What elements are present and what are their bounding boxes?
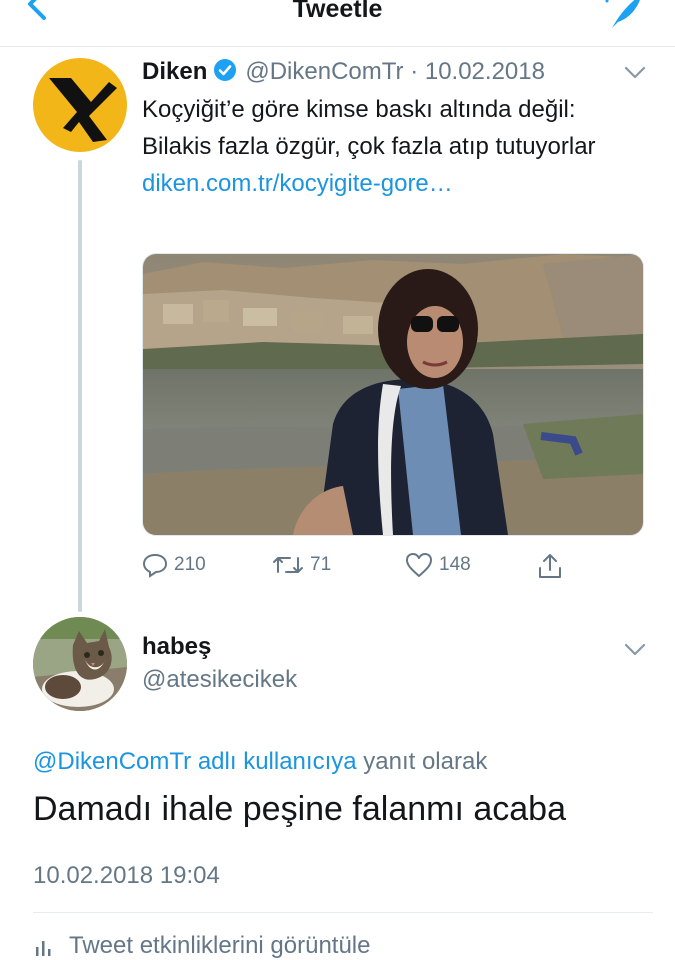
- reply-author-avatar[interactable]: [33, 617, 127, 711]
- tweet-text: Koçyiğit’e göre kimse baskı altında deği…: [142, 96, 596, 160]
- retweet-icon: [273, 557, 303, 573]
- reply-author-name[interactable]: habeş: [142, 633, 211, 661]
- reply-author-handle[interactable]: @atesikecikek: [142, 666, 297, 694]
- reply-menu-chevron-icon[interactable]: [624, 643, 646, 657]
- reply-count: 210: [174, 554, 206, 575]
- tweet-menu-chevron-icon[interactable]: [624, 66, 646, 80]
- photo-woman-by-river: [143, 254, 643, 535]
- like-count: 148: [439, 554, 471, 575]
- diken-avatar[interactable]: [33, 58, 127, 152]
- replying-to-handle[interactable]: @DikenComTr adlı kullanıcıya: [33, 748, 357, 775]
- top-navigation-bar: Tweetle: [0, 0, 675, 47]
- thread-connector-line: [78, 160, 82, 612]
- tweet-activity-link[interactable]: Tweet etkinliklerini görüntüle: [33, 932, 371, 960]
- tweet-date: · 10.02.2018: [410, 58, 545, 85]
- verified-badge-icon: [214, 59, 237, 81]
- author-handle[interactable]: @DikenComTr: [245, 58, 403, 85]
- author-name[interactable]: Diken: [142, 58, 207, 85]
- reply-icon: [142, 553, 168, 578]
- like-action[interactable]: 148: [405, 552, 471, 578]
- reply-text: Damadı ihale peşine falanmı acaba: [33, 790, 566, 828]
- replying-to-line: @DikenComTr adlı kullanıcıya yanıt olara…: [33, 748, 487, 776]
- share-action[interactable]: [536, 552, 570, 580]
- divider: [33, 912, 653, 913]
- retweet-action[interactable]: 71: [272, 552, 331, 578]
- tweet-link[interactable]: diken.com.tr/kocyigite-gore…: [142, 165, 612, 202]
- compose-tweet-icon[interactable]: [598, 0, 646, 32]
- cat-photo: [33, 617, 127, 711]
- diken-logo-icon: [49, 78, 117, 142]
- tweet-body: Koçyiğit’e göre kimse baskı altında deği…: [142, 91, 612, 202]
- bar-chart-icon: [36, 941, 51, 956]
- reply-action[interactable]: 210: [142, 552, 206, 578]
- retweet-count: 71: [310, 554, 332, 575]
- tweet-header: Diken @DikenComTr · 10.02.2018: [142, 58, 545, 86]
- page-title: Tweetle: [292, 0, 383, 23]
- heart-icon: [406, 553, 432, 577]
- tweet-activity-label: Tweet etkinliklerini görüntüle: [69, 932, 371, 959]
- replying-to-suffix: yanıt olarak: [363, 748, 488, 775]
- tweet-image[interactable]: [142, 253, 644, 536]
- reply-timestamp: 10.02.2018 19:04: [33, 862, 220, 889]
- share-icon: [539, 554, 561, 578]
